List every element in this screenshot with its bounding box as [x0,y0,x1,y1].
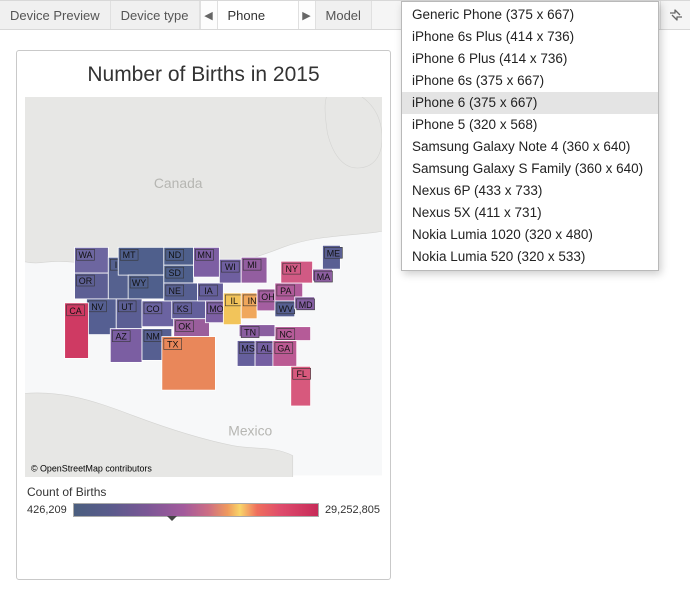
model-option[interactable]: Nexus 6P (433 x 733) [402,180,658,202]
model-option[interactable]: Nexus 5X (411 x 731) [402,202,658,224]
country-label-canada: Canada [154,175,203,191]
state-label-tn: TN [244,328,256,338]
state-label-wy: WY [132,278,146,288]
device-type-next-button[interactable]: ▶ [298,1,316,29]
state-label-mo: MO [209,304,223,314]
state-label-fl: FL [296,369,306,379]
color-legend: Count of Births 426,209 29,252,805 [27,485,380,517]
state-label-ok: OK [178,322,191,332]
device-preview-button[interactable]: Device Preview [0,1,111,29]
device-type-value: Phone [218,1,298,29]
model-option[interactable]: iPhone 6 Plus (414 x 736) [402,48,658,70]
legend-min: 426,209 [27,504,67,516]
state-label-mn: MN [198,250,212,260]
state-label-tx: TX [167,339,178,349]
state-label-pa: PA [280,286,291,296]
map-attribution: © OpenStreetMap contributors [31,463,152,473]
state-label-ne: NE [169,286,181,296]
state-label-ny: NY [286,264,298,274]
state-label-nm: NM [146,332,160,342]
device-type-selector[interactable]: ◀ Phone ▶ [200,1,316,29]
model-option[interactable]: Nokia Lumia 1020 (320 x 480) [402,224,658,246]
model-option[interactable]: iPhone 5 (320 x 568) [402,114,658,136]
state-label-ca: CA [69,306,81,316]
state-label-md: MD [299,300,313,310]
swap-orientation-button[interactable] [660,1,690,29]
state-label-mi: MI [247,260,257,270]
state-label-ut: UT [121,302,133,312]
state-label-me: ME [327,248,340,258]
model-option[interactable]: Samsung Galaxy S Family (360 x 640) [402,158,658,180]
model-option[interactable]: Samsung Galaxy Note 4 (360 x 640) [402,136,658,158]
model-option[interactable]: Nokia Lumia 520 (320 x 533) [402,246,658,268]
legend-gradient [73,503,319,517]
device-type-prev-button[interactable]: ◀ [200,1,218,29]
model-dropdown[interactable]: Generic Phone (375 x 667)iPhone 6s Plus … [401,1,659,271]
state-label-wa: WA [78,250,92,260]
viz-title: Number of Births in 2015 [17,51,390,91]
state-label-sd: SD [169,268,181,278]
state-label-oh: OH [261,292,274,302]
state-label-in: IN [248,296,257,306]
device-type-label: Device type [111,1,200,29]
state-label-wv: WV [279,304,293,314]
state-label-al: AL [261,343,272,353]
swap-icon [667,6,685,24]
state-label-co: CO [146,304,159,314]
model-label: Model [316,1,372,29]
map-view[interactable]: Canada Mexico WAORIDMTWYNVUTCOAZNMNDSDNE… [25,97,382,477]
state-label-ma: MA [317,272,330,282]
legend-title: Count of Births [27,485,380,499]
device-preview-canvas: Number of Births in 2015 Canada Mexico W… [16,50,391,580]
model-option[interactable]: Generic Phone (375 x 667) [402,4,658,26]
state-label-wi: WI [225,262,236,272]
state-label-ks: KS [177,304,189,314]
legend-max: 29,252,805 [325,504,380,516]
state-label-ms: MS [241,343,254,353]
state-label-nd: ND [168,250,181,260]
state-label-nv: NV [91,302,103,312]
model-option[interactable]: iPhone 6s Plus (414 x 736) [402,26,658,48]
state-label-mt: MT [123,250,136,260]
state-label-il: IL [231,296,238,306]
country-label-mexico: Mexico [228,423,272,439]
model-option[interactable]: iPhone 6s (375 x 667) [402,70,658,92]
state-label-az: AZ [115,332,127,342]
state-label-ga: GA [277,343,290,353]
model-option[interactable]: iPhone 6 (375 x 667) [402,92,658,114]
state-label-or: OR [79,276,93,286]
state-label-ia: IA [204,286,212,296]
state-label-nc: NC [279,330,292,340]
